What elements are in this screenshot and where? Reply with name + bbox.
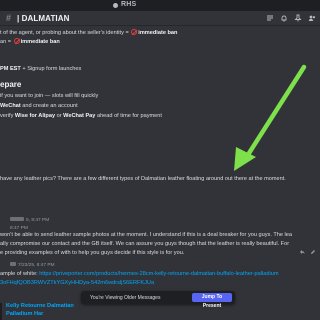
app-logo-icon	[113, 3, 118, 8]
message-text: ally compromise our contact and the GB i…	[0, 241, 290, 247]
username-redacted	[10, 217, 24, 221]
rule-ban-label: immediate ban	[20, 39, 60, 45]
rule-text: t of the agent, or probing about the sel…	[0, 30, 131, 36]
wechat-pay-label: WeChat Pay	[63, 113, 96, 119]
question-message: have any leather pics? There are a few d…	[0, 176, 286, 182]
message-text: won't be able to send leather sample pho…	[0, 232, 293, 238]
schedule-line: PM EST + Signup form launches	[0, 66, 81, 73]
link-prefix: ample of white:	[0, 271, 40, 277]
launch-text: + Signup form launches	[20, 66, 82, 72]
product-link-continued[interactable]: 3oFHqfQOB3RWVZTkYGXyHHDya-542m6wdrsljS6E…	[0, 280, 154, 287]
prep-text: and create an account	[20, 103, 78, 109]
message-text: ample of white: https://priveporter.com/…	[0, 271, 278, 278]
prep-item: if you want to join — slots will fill qu…	[0, 93, 99, 99]
prep-item: verify Wise for Alipay or WeChat Pay ahe…	[0, 113, 162, 120]
message-text: e providing examples of with to help you…	[0, 250, 185, 256]
wise-label: Wise for Alipay	[14, 113, 56, 119]
chat-app: RHS # | DALMATIAN t of the agent, or pro…	[0, 0, 320, 320]
ban-icon	[131, 29, 138, 35]
embed-title[interactable]: Palladium Har	[6, 311, 43, 318]
app-name: RHS	[121, 1, 137, 8]
title-bar: RHS	[0, 0, 320, 11]
prep-text: ahead of time for payment	[95, 113, 162, 119]
channel-title: | DALMATIAN	[17, 14, 70, 23]
members-icon[interactable]	[308, 14, 316, 22]
wechat-label: WeChat	[0, 103, 21, 109]
embed-title[interactable]: Kelly Retourne Dalmatian	[6, 303, 74, 310]
jump-to-present-button[interactable]: Jump To Present	[192, 293, 232, 309]
edit-icon[interactable]	[310, 242, 316, 254]
arrow-annotation-icon	[234, 64, 307, 171]
prep-item: WeChat and create an account	[0, 103, 78, 110]
launch-time: PM EST	[0, 66, 21, 72]
ban-icon	[13, 38, 20, 44]
hash-icon: #	[6, 13, 12, 23]
rule-ban-label: immediate ban	[138, 30, 178, 36]
bell-icon[interactable]	[280, 14, 288, 22]
section-heading: epare	[0, 80, 22, 89]
threads-icon[interactable]	[266, 14, 274, 22]
message-timestamp: 7/23/25, 8:47 PM	[10, 262, 55, 269]
product-link[interactable]: https://priveporter.com/products/hermes-…	[39, 271, 278, 277]
username-redacted	[10, 262, 16, 266]
rule-line: t of the agent, or probing about the sel…	[0, 29, 177, 37]
older-messages-label: You're Viewing Older Messages	[90, 294, 161, 301]
reply-icon[interactable]	[299, 242, 305, 254]
pin-icon[interactable]	[294, 14, 302, 22]
arrow-shaft	[241, 64, 307, 164]
rule-line: an = immediate ban	[0, 38, 60, 46]
header-toolbar	[266, 14, 316, 22]
prep-text: verify	[0, 113, 15, 119]
link-embed: Kelly Retourne Dalmatian Palladium Har	[0, 303, 74, 320]
message-timestamp: 5, 8:47 PM	[10, 217, 49, 224]
prep-text: or	[55, 113, 64, 119]
channel-header: # | DALMATIAN	[0, 11, 320, 26]
older-messages-bar: You're Viewing Older Messages Jump To Pr…	[81, 291, 235, 309]
message-timestamp: 8:47 PM	[10, 226, 28, 231]
message-actions	[299, 242, 316, 254]
rule-text: an =	[0, 39, 13, 45]
